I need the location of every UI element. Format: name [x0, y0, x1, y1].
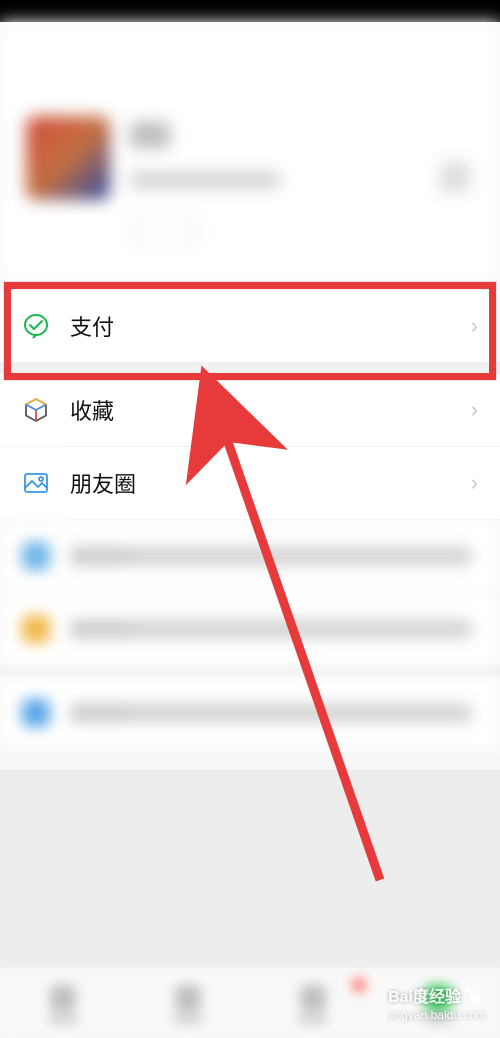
tab-contacts[interactable]	[125, 969, 250, 1038]
section-gap	[0, 665, 500, 677]
qr-icon[interactable]	[440, 162, 470, 192]
notification-dot	[353, 979, 365, 991]
watermark: Bai度经验 jingyan.baidu.com	[388, 984, 486, 1024]
chevron-right-icon: ›	[471, 616, 478, 642]
menu-item-blurred[interactable]: ›	[0, 520, 500, 592]
menu-item-blurred[interactable]: ›	[0, 677, 500, 749]
blurred-icon	[22, 542, 50, 570]
chevron-right-icon: ›	[471, 313, 478, 339]
menu-label-blurred	[70, 703, 471, 723]
pay-icon	[22, 312, 50, 340]
menu-label: 支付	[70, 310, 471, 342]
watermark-url: jingyan.baidu.com	[388, 1008, 486, 1024]
moments-icon	[22, 469, 50, 497]
watermark-text: Bai度经验	[388, 989, 461, 1006]
chevron-right-icon: ›	[471, 397, 478, 423]
nickname	[130, 122, 170, 148]
avatar[interactable]	[26, 116, 110, 200]
menu-label: 收藏	[70, 394, 471, 426]
blurred-icon	[22, 699, 50, 727]
paw-icon	[464, 984, 486, 1006]
empty-area	[0, 770, 500, 968]
tab-chats[interactable]	[0, 969, 125, 1038]
profile-section[interactable]	[0, 22, 500, 282]
chevron-right-icon: ›	[471, 543, 478, 569]
menu-label-blurred	[70, 619, 471, 639]
chevron-right-icon: ›	[471, 470, 478, 496]
menu-label: 朋友圈	[70, 467, 471, 499]
menu-item-blurred[interactable]: ›	[0, 593, 500, 665]
status-pill[interactable]	[130, 218, 200, 244]
menu-item-favorites[interactable]: 收藏 ›	[0, 374, 500, 446]
favorites-icon	[22, 396, 50, 424]
blurred-icon	[22, 615, 50, 643]
section-gap	[0, 362, 500, 374]
status-bar	[0, 0, 500, 22]
menu-item-moments[interactable]: 朋友圈 ›	[0, 447, 500, 519]
menu-label-blurred	[70, 546, 471, 566]
chevron-right-icon: ›	[471, 700, 478, 726]
wechat-id	[130, 172, 280, 188]
menu-item-pay[interactable]: 支付 ›	[0, 290, 500, 362]
